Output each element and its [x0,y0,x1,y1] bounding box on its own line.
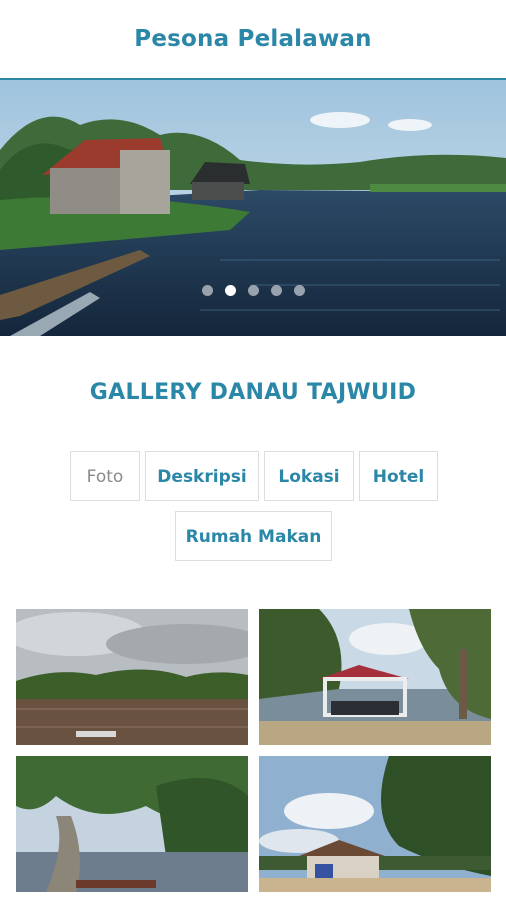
image-carousel[interactable] [0,80,506,336]
tab-lokasi[interactable]: Lokasi [264,451,354,501]
carousel-indicators [0,285,506,296]
photo-thumbnail-lake-cloudy[interactable] [16,609,248,745]
tab-foto[interactable]: Foto [70,451,140,501]
photo-thumbnail-tree-lakeside[interactable] [16,756,248,892]
carousel-dot-1[interactable] [201,285,213,296]
gallery-title: GALLERY DANAU TAJWUID [89,380,417,405]
carousel-lake-village-image [0,80,506,336]
tab-deskripsi[interactable]: Deskripsi [145,451,259,501]
carousel-dot-4[interactable] [270,285,282,296]
photo-thumbnail-gazebo[interactable] [259,609,491,745]
photo-thumbnail-hut[interactable] [259,756,491,892]
carousel-dot-5[interactable] [293,285,305,296]
carousel-dot-2[interactable] [224,285,236,296]
tab-hotel[interactable]: Hotel [359,451,438,501]
tab-rumah-makan[interactable]: Rumah Makan [175,511,332,561]
app-title: Pesona Pelalawan [134,26,372,52]
carousel-dot-3[interactable] [247,285,259,296]
